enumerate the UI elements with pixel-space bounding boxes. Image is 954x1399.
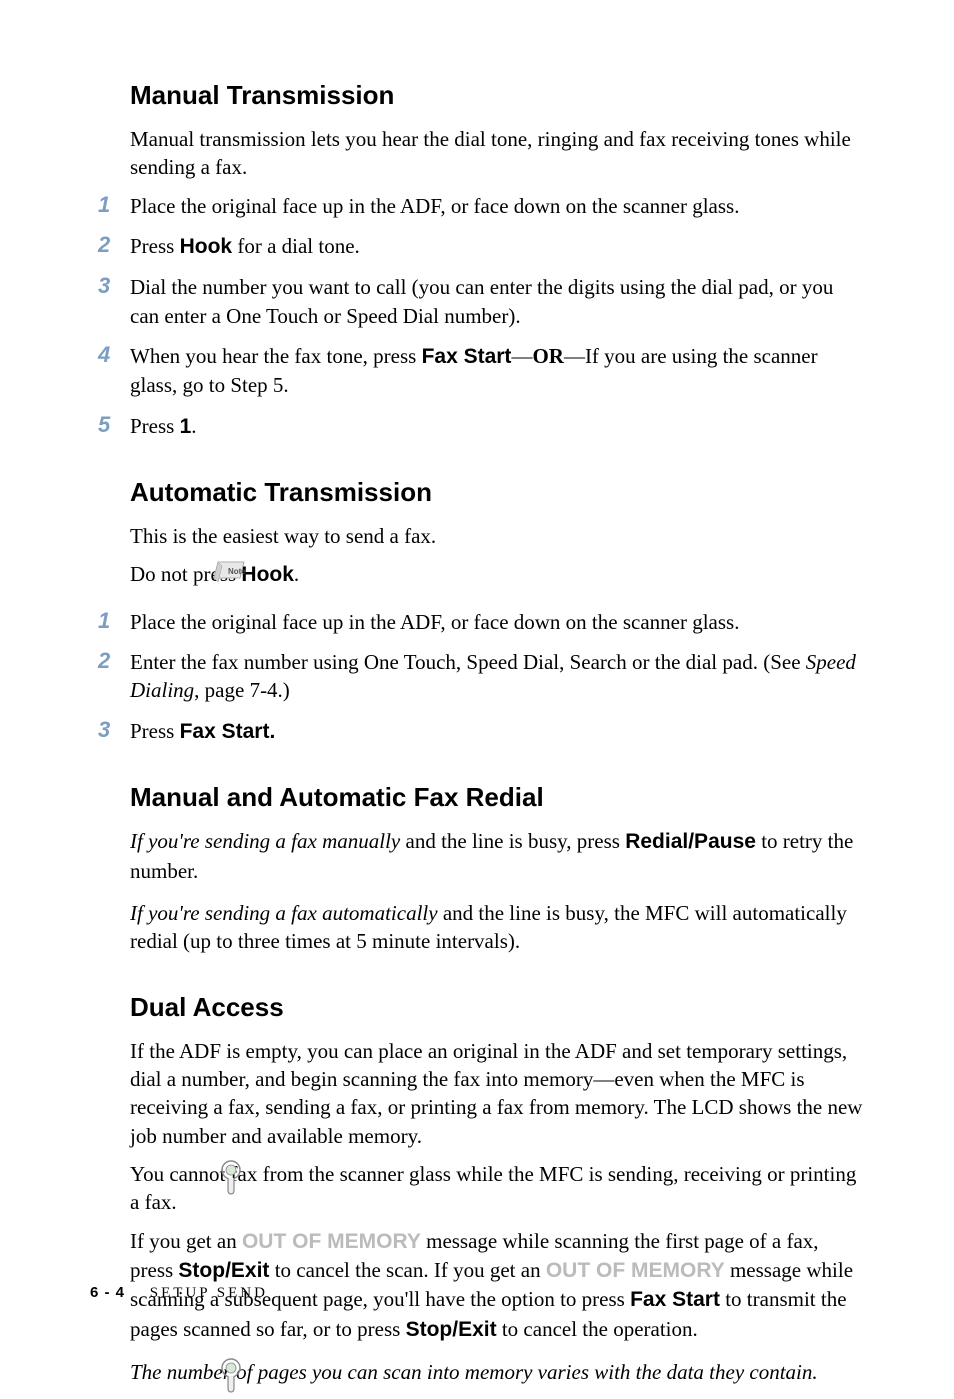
step-3: 3 Dial the number you want to call (you … xyxy=(130,273,864,330)
text: to cancel the operation. xyxy=(497,1317,698,1341)
redial-p1: If you're sending a fax manually and the… xyxy=(130,827,864,885)
step-text: Press Hook for a dial tone. xyxy=(130,232,864,261)
text: When you hear the fax tone, press xyxy=(130,344,422,368)
redial-p2: If you're sending a fax automatically an… xyxy=(130,899,864,956)
heading-manual-transmission: Manual Transmission xyxy=(130,80,864,111)
step-5: 5 Press 1. xyxy=(130,412,864,441)
lightbulb-icon xyxy=(220,1160,242,1201)
step-text: Press Fax Start. xyxy=(130,717,864,746)
note-row: Note Do not press Hook. xyxy=(130,560,864,589)
footer-title: SETUP SEND xyxy=(150,1285,268,1301)
step-number: 3 xyxy=(90,273,130,299)
emphasis: If you're sending a fax manually xyxy=(130,829,400,853)
button-label: Fax Start. xyxy=(180,720,276,743)
button-label: Redial/Pause xyxy=(625,830,756,853)
emphasis: OR xyxy=(532,344,564,368)
heading-dual-access: Dual Access xyxy=(130,992,864,1023)
svg-text:Note: Note xyxy=(228,567,246,576)
button-label: Stop/Exit xyxy=(406,1318,497,1341)
text: Enter the fax number using One Touch, Sp… xyxy=(130,650,806,674)
button-label: Stop/Exit xyxy=(178,1259,269,1282)
step-2: 2 Press Hook for a dial tone. xyxy=(130,232,864,261)
text: Press xyxy=(130,234,180,258)
step-3: 3 Press Fax Start. xyxy=(130,717,864,746)
step-number: 3 xyxy=(90,717,130,743)
text: Press xyxy=(130,414,180,438)
button-label: 1 xyxy=(180,415,192,438)
step-number: 2 xyxy=(90,232,130,258)
step-text: Dial the number you want to call (you ca… xyxy=(130,273,864,330)
text: If you get an xyxy=(130,1229,242,1253)
text: Press xyxy=(130,719,180,743)
lcd-message: OUT OF MEMORY xyxy=(546,1259,725,1282)
dual-access-p1: If the ADF is empty, you can place an or… xyxy=(130,1037,864,1150)
lcd-message: OUT OF MEMORY xyxy=(242,1230,421,1253)
page-content: Manual Transmission Manual transmission … xyxy=(90,80,864,1386)
text: , page 7-4.) xyxy=(194,678,290,702)
note-row: The number of pages you can scan into me… xyxy=(130,1358,864,1386)
page-number: 6 - 4 xyxy=(90,1284,125,1301)
step-text: Place the original face up in the ADF, o… xyxy=(130,192,864,220)
step-text: When you hear the fax tone, press Fax St… xyxy=(130,342,864,400)
step-number: 4 xyxy=(90,342,130,368)
lightbulb-icon xyxy=(220,1358,242,1399)
step-1: 1 Place the original face up in the ADF,… xyxy=(130,608,864,636)
step-1: 1 Place the original face up in the ADF,… xyxy=(130,192,864,220)
button-label: Fax Start xyxy=(422,345,512,368)
emphasis: If you're sending a fax automatically xyxy=(130,901,438,925)
step-2: 2 Enter the fax number using One Touch, … xyxy=(130,648,864,705)
heading-automatic-transmission: Automatic Transmission xyxy=(130,477,864,508)
button-label: Hook xyxy=(180,235,233,258)
note-row: You cannot fax from the scanner glass wh… xyxy=(130,1160,864,1217)
step-text: Place the original face up in the ADF, o… xyxy=(130,608,864,636)
button-label: Fax Start xyxy=(630,1288,720,1311)
text: to cancel the scan. If you get an xyxy=(269,1258,545,1282)
step-number: 1 xyxy=(90,192,130,218)
text: . xyxy=(294,562,299,586)
button-label: Hook xyxy=(241,563,294,586)
text: — xyxy=(511,344,532,368)
step-text: Press 1. xyxy=(130,412,864,441)
text: . xyxy=(191,414,196,438)
heading-fax-redial: Manual and Automatic Fax Redial xyxy=(130,782,864,813)
step-4: 4 When you hear the fax tone, press Fax … xyxy=(130,342,864,400)
intro-automatic: This is the easiest way to send a fax. xyxy=(130,522,864,550)
step-text: Enter the fax number using One Touch, Sp… xyxy=(130,648,864,705)
step-number: 5 xyxy=(90,412,130,438)
page-footer: 6 - 4 SETUP SEND xyxy=(90,1284,268,1302)
text: for a dial tone. xyxy=(232,234,360,258)
intro-manual-transmission: Manual transmission lets you hear the di… xyxy=(130,125,864,182)
step-number: 1 xyxy=(90,608,130,634)
note-icon: Note xyxy=(212,560,246,582)
step-number: 2 xyxy=(90,648,130,674)
text: and the line is busy, press xyxy=(400,829,625,853)
